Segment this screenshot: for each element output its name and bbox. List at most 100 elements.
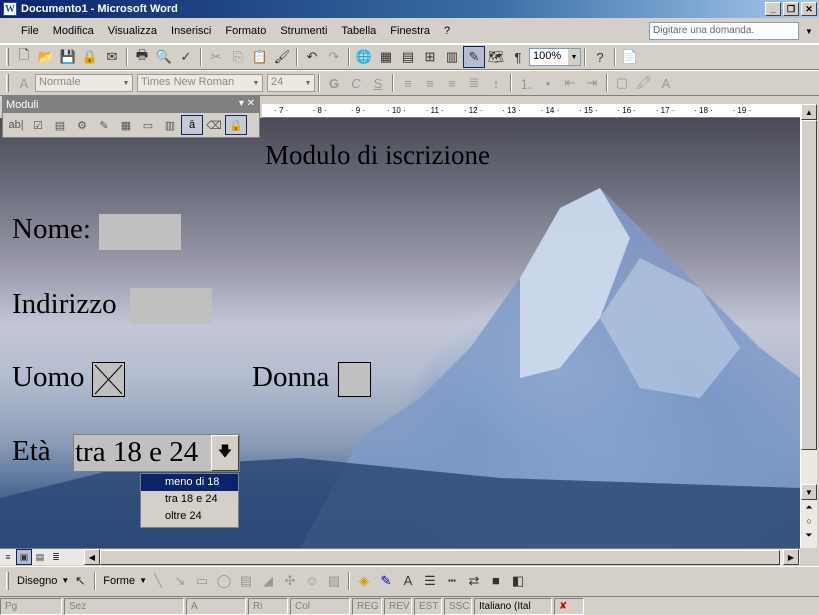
print-preview-icon[interactable]: 🔍	[153, 46, 175, 68]
italic-button[interactable]: C	[345, 72, 367, 94]
scroll-up-icon[interactable]: ▲	[801, 104, 817, 120]
scroll-left-icon[interactable]: ◀	[84, 549, 100, 565]
align-right-icon[interactable]: ≡	[441, 72, 463, 94]
select-objects-icon[interactable]: ↖	[69, 570, 91, 592]
font-color-icon[interactable]: A	[655, 72, 677, 94]
status-est[interactable]: EST	[414, 597, 442, 615]
minimize-button[interactable]: _	[765, 2, 781, 16]
menu-tabella[interactable]: Tabella	[334, 25, 383, 37]
menu-formato[interactable]: Formato	[218, 25, 273, 37]
moduli-title-bar[interactable]: Moduli ▾ ✕	[3, 97, 259, 113]
increase-indent-icon[interactable]: ⇥	[581, 72, 603, 94]
email-icon[interactable]: ✉	[101, 46, 123, 68]
field-options-icon[interactable]: ⚙	[71, 115, 93, 135]
close-button[interactable]: ✕	[801, 2, 817, 16]
line-style-icon[interactable]: ☰	[419, 570, 441, 592]
fill-color-icon[interactable]: ◈	[353, 570, 375, 592]
moduli-controls[interactable]: ▾ ✕	[239, 98, 255, 109]
reset-fields-icon[interactable]: ⌫	[203, 115, 225, 135]
redo-icon[interactable]: ↷	[323, 46, 345, 68]
bold-button[interactable]: G	[323, 72, 345, 94]
protect-form-icon[interactable]: 🔒	[225, 115, 247, 135]
open-folder-icon[interactable]: 📂	[35, 46, 57, 68]
permission-icon[interactable]: 🔒	[79, 46, 101, 68]
paste-icon[interactable]: 📋	[249, 46, 271, 68]
underline-button[interactable]: S	[367, 72, 389, 94]
menu-modifica[interactable]: Modifica	[46, 25, 101, 37]
nome-text-field[interactable]	[99, 214, 181, 250]
status-ssc[interactable]: SSC	[444, 597, 472, 615]
format-painter-icon[interactable]: 🖌	[271, 46, 293, 68]
3d-icon[interactable]: ◧	[507, 570, 529, 592]
uomo-checkbox[interactable]	[92, 362, 125, 397]
eta-option[interactable]: tra 18 e 24	[141, 491, 238, 508]
word-app-icon[interactable]: W	[3, 2, 17, 16]
status-language[interactable]: Italiano (Ital	[474, 597, 552, 615]
pdf-icon[interactable]: 📄	[619, 46, 641, 68]
menu-file[interactable]: File	[14, 25, 46, 37]
line-spacing-icon[interactable]: ↕	[485, 72, 507, 94]
menu-inserisci[interactable]: Inserisci	[164, 25, 218, 37]
menu-help[interactable]: ?	[437, 25, 457, 37]
new-document-icon[interactable]: 🗋	[13, 46, 35, 68]
toolbar-grip[interactable]	[6, 48, 9, 66]
vertical-scroll-thumb[interactable]	[801, 120, 817, 450]
normal-view-icon[interactable]: ≡	[0, 549, 16, 565]
decrease-indent-icon[interactable]: ⇤	[559, 72, 581, 94]
textbox-icon[interactable]: ▤	[235, 570, 257, 592]
checkbox-field-icon[interactable]: ☑	[27, 115, 49, 135]
donna-checkbox[interactable]	[338, 362, 371, 397]
picture-icon[interactable]: ▨	[323, 570, 345, 592]
toolbar-grip[interactable]	[6, 571, 9, 590]
spelling-status-icon[interactable]: ✘	[554, 597, 584, 615]
horizontal-ruler[interactable]: · 7 · · 8 · · 9 · · 10 · · 11 · · 12 · · 13 · ·…	[262, 104, 800, 118]
eta-dropdown[interactable]: tra 18 e 24 🡇	[73, 434, 240, 472]
disegno-menu[interactable]: Disegno	[13, 575, 61, 587]
form-field-shading-icon[interactable]: ā	[181, 115, 203, 135]
field-shading-icon[interactable]: ▥	[159, 115, 181, 135]
rectangle-icon[interactable]: ▭	[191, 570, 213, 592]
style-select[interactable]: Normale ▼	[35, 74, 133, 92]
scroll-right-icon[interactable]: ▶	[783, 549, 799, 565]
indirizzo-text-field[interactable]	[130, 288, 212, 324]
cut-icon[interactable]: ✂	[205, 46, 227, 68]
horizontal-scrollbar[interactable]: ≡ ▣ ▤ ≣ ◀ ▶	[0, 548, 800, 565]
print-layout-icon[interactable]: ▤	[32, 549, 48, 565]
drawing-icon[interactable]: ✎	[463, 46, 485, 68]
eta-option[interactable]: oltre 24	[141, 508, 238, 525]
web-view-icon[interactable]: ▣	[16, 549, 32, 565]
arrow-style-icon[interactable]: ⇄	[463, 570, 485, 592]
line-icon[interactable]: ╲	[147, 570, 169, 592]
copy-icon[interactable]: ⎘	[227, 46, 249, 68]
horizontal-scroll-thumb[interactable]	[100, 550, 780, 565]
insert-frame-icon[interactable]: ▭	[137, 115, 159, 135]
zoom-select[interactable]: 100% ▼	[529, 48, 581, 66]
spelling-icon[interactable]: ✓	[175, 46, 197, 68]
columns-icon[interactable]: ▥	[441, 46, 463, 68]
font-color-icon[interactable]: A	[397, 570, 419, 592]
toolbar-grip[interactable]	[6, 74, 9, 92]
align-center-icon[interactable]: ≡	[419, 72, 441, 94]
browse-object-icon[interactable]: ○	[801, 516, 817, 526]
borders-icon[interactable]: ▢	[611, 72, 633, 94]
oval-icon[interactable]: ◯	[213, 570, 235, 592]
dash-style-icon[interactable]: ┅	[441, 570, 463, 592]
hyperlink-icon[interactable]: 🌐	[353, 46, 375, 68]
font-select[interactable]: Times New Roman ▼	[137, 74, 263, 92]
tables-borders-icon[interactable]: ▦	[375, 46, 397, 68]
print-icon[interactable]: 🖶	[131, 46, 153, 68]
insert-excel-icon[interactable]: ⊞	[419, 46, 441, 68]
eta-option[interactable]: meno di 18	[141, 474, 238, 491]
forme-menu[interactable]: Forme	[99, 575, 139, 587]
prev-page-icon[interactable]: ⏶	[801, 502, 817, 513]
font-size-select[interactable]: 24 ▼	[267, 74, 315, 92]
diagram-icon[interactable]: ✣	[279, 570, 301, 592]
help-icon[interactable]: ?	[589, 46, 611, 68]
outline-view-icon[interactable]: ≣	[48, 549, 64, 565]
align-left-icon[interactable]: ≡	[397, 72, 419, 94]
draw-table-icon[interactable]: ✎	[93, 115, 115, 135]
ask-question-input[interactable]: Digitare una domanda.	[649, 22, 799, 40]
menu-finestra[interactable]: Finestra	[383, 25, 437, 37]
numbering-icon[interactable]: ⒈	[515, 72, 537, 94]
restore-button[interactable]: ❐	[783, 2, 799, 16]
